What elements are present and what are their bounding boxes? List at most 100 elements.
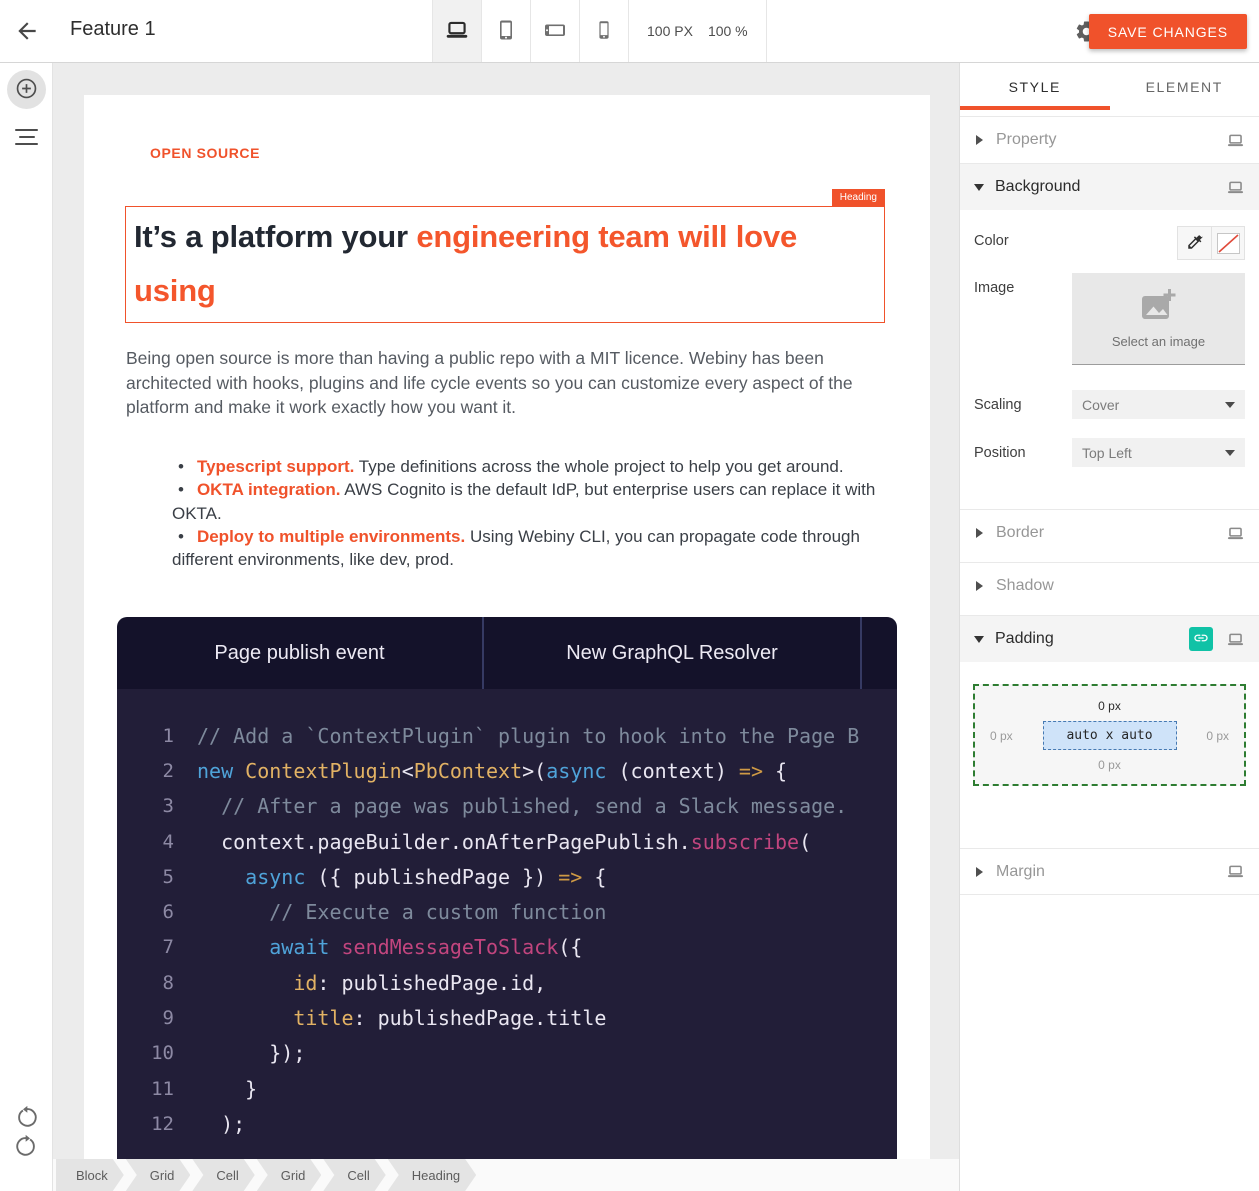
- plus-circle-icon: [14, 76, 39, 104]
- code-tab-stub: [860, 617, 897, 689]
- kicker-text[interactable]: OPEN SOURCE: [150, 145, 260, 161]
- breadcrumb-cell[interactable]: Cell: [192, 1159, 254, 1191]
- code-tab-graphql-resolver[interactable]: New GraphQL Resolver: [482, 617, 860, 689]
- padding-bottom-value[interactable]: 0 px: [1098, 758, 1121, 772]
- desktop-responsive-icon[interactable]: [1226, 178, 1245, 197]
- caret-down-icon: [1225, 450, 1235, 456]
- breadcrumb-grid-2[interactable]: Grid: [257, 1159, 322, 1191]
- section-border[interactable]: Border: [960, 509, 1259, 556]
- navigator-button[interactable]: [15, 129, 38, 145]
- padding-left-value[interactable]: 0 px: [990, 729, 1013, 743]
- desktop-responsive-icon[interactable]: [1226, 131, 1245, 150]
- code-line: 12 );: [117, 1106, 897, 1141]
- bullet-lead: OKTA integration.: [197, 480, 341, 499]
- element-type-badge: Heading: [832, 189, 885, 207]
- select-image-dropzone[interactable]: Select an image: [1072, 273, 1245, 365]
- save-changes-button[interactable]: SAVE CHANGES: [1089, 14, 1247, 49]
- code-line: 2new ContextPlugin<PbContext>(async (con…: [117, 753, 897, 788]
- editor-canvas: OPEN SOURCE Heading It’s a platform your…: [53, 63, 959, 1159]
- breadcrumb-block[interactable]: Block: [56, 1159, 124, 1191]
- chevron-down-icon: [974, 636, 984, 643]
- code-line: 11 }: [117, 1071, 897, 1106]
- add-element-button[interactable]: [7, 70, 46, 109]
- code-line: 10 });: [117, 1036, 897, 1071]
- section-label: Background: [995, 178, 1080, 196]
- tab-style[interactable]: STYLE: [960, 63, 1110, 110]
- zoom-level: 100 %: [708, 23, 748, 39]
- viewport-width: 100 PX: [647, 23, 693, 39]
- mobile-icon: [593, 19, 615, 44]
- element-size-box[interactable]: auto x auto: [1043, 721, 1177, 750]
- page-title: Feature 1: [70, 18, 156, 41]
- selected-heading-element[interactable]: Heading It’s a platform your engineering…: [125, 206, 885, 323]
- device-desktop-button[interactable]: [433, 0, 482, 62]
- bullet-dot: •: [178, 457, 184, 476]
- list-item: • Typescript support. Type definitions ac…: [172, 455, 896, 478]
- breadcrumb-heading[interactable]: Heading: [388, 1159, 476, 1191]
- eyedropper-icon: [1186, 233, 1204, 254]
- chevron-right-icon: [976, 581, 983, 591]
- undo-icon: [14, 1118, 39, 1133]
- code-line: 9 title: publishedPage.title: [117, 1000, 897, 1035]
- desktop-responsive-icon[interactable]: [1226, 630, 1245, 649]
- image-label: Image: [974, 273, 1072, 365]
- redo-button[interactable]: [13, 1134, 39, 1160]
- code-line: 5 async ({ publishedPage }) => {: [117, 859, 897, 894]
- chevron-right-icon: [976, 528, 983, 538]
- tab-element[interactable]: ELEMENT: [1110, 63, 1259, 110]
- bullet-dot: •: [178, 480, 184, 499]
- code-line: 8 id: publishedPage.id,: [117, 965, 897, 1000]
- caret-down-icon: [1225, 402, 1235, 408]
- padding-top-value[interactable]: 0 px: [1098, 699, 1121, 713]
- code-tab-page-publish[interactable]: Page publish event: [117, 617, 482, 689]
- background-settings: Color Image Select: [960, 210, 1259, 509]
- code-line: 3 // After a page was published, send a …: [117, 789, 897, 824]
- bullet-text: Type definitions across the whole projec…: [354, 457, 843, 476]
- tablet-icon: [494, 18, 518, 45]
- body-paragraph[interactable]: Being open source is more than having a …: [126, 346, 884, 420]
- bullet-dot: •: [178, 527, 184, 546]
- code-line: 4 context.pageBuilder.onAfterPagePublish…: [117, 824, 897, 859]
- section-property[interactable]: Property: [960, 116, 1259, 163]
- select-image-hint: Select an image: [1112, 334, 1205, 349]
- device-tablet-landscape-button[interactable]: [531, 0, 580, 62]
- desktop-icon: [444, 17, 470, 46]
- desktop-responsive-icon[interactable]: [1226, 524, 1245, 543]
- redo-icon: [14, 1147, 39, 1162]
- section-margin[interactable]: Margin: [960, 848, 1259, 895]
- section-label: Border: [996, 524, 1044, 542]
- add-image-icon: [1140, 288, 1178, 327]
- breadcrumb-grid[interactable]: Grid: [126, 1159, 191, 1191]
- section-padding[interactable]: Padding: [960, 615, 1259, 662]
- device-preview-group: 100 PX 100 %: [432, 0, 767, 62]
- device-mobile-button[interactable]: [580, 0, 629, 62]
- code-line: 6 // Execute a custom function: [117, 894, 897, 929]
- eyedropper-button[interactable]: [1178, 227, 1211, 259]
- section-background[interactable]: Background: [960, 163, 1259, 210]
- color-label: Color: [974, 226, 1177, 260]
- no-color-button[interactable]: [1211, 227, 1244, 259]
- code-lines: 1// Add a `ContextPlugin` plugin to hook…: [117, 689, 897, 1159]
- top-toolbar: Feature 1 100 PX 100 %: [0, 0, 1259, 63]
- style-panel: STYLE ELEMENT Property Background Color: [959, 63, 1259, 1191]
- position-select[interactable]: Top Left: [1072, 438, 1245, 467]
- back-arrow-icon: [14, 32, 40, 47]
- padding-box-diagram: 0 px 0 px auto x auto 0 px 0 px: [973, 684, 1246, 786]
- back-button[interactable]: [13, 18, 41, 46]
- list-item: •OKTA integration. AWS Cognito is the de…: [172, 478, 896, 525]
- desktop-responsive-icon[interactable]: [1226, 862, 1245, 881]
- element-breadcrumb-bar: Block Grid Cell Grid Cell Heading: [53, 1159, 959, 1191]
- bullet-lead: Typescript support.: [197, 457, 354, 476]
- scaling-value: Cover: [1082, 397, 1119, 413]
- padding-right-value[interactable]: 0 px: [1206, 729, 1229, 743]
- breadcrumb-cell-2[interactable]: Cell: [323, 1159, 385, 1191]
- link-icon: [1193, 630, 1209, 649]
- chevron-down-icon: [974, 184, 984, 191]
- section-shadow[interactable]: Shadow: [960, 562, 1259, 609]
- link-values-button[interactable]: [1189, 627, 1213, 651]
- undo-button[interactable]: [13, 1105, 39, 1131]
- scaling-select[interactable]: Cover: [1072, 390, 1245, 419]
- code-screenshot-element[interactable]: Page publish event New GraphQL Resolver …: [117, 617, 897, 1159]
- device-tablet-button[interactable]: [482, 0, 531, 62]
- feature-bullet-list[interactable]: • Typescript support. Type definitions ac…: [172, 455, 896, 571]
